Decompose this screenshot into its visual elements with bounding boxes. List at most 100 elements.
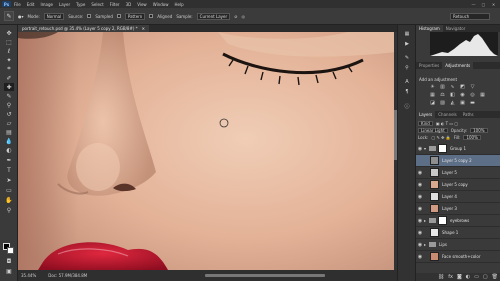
healing-brush-tool-preset-icon[interactable]: ✎: [4, 11, 14, 21]
visibility-eye-icon[interactable]: ◉: [416, 170, 424, 176]
brush-size-picker-icon[interactable]: ●▾: [18, 14, 24, 19]
visibility-eye-icon[interactable]: ◉: [416, 242, 424, 248]
eraser-tool-icon[interactable]: ▱: [4, 119, 14, 127]
menu-type[interactable]: Type: [76, 2, 85, 7]
layer-row-layer-5-copy-2[interactable]: Layer 5 copy 2: [416, 155, 500, 167]
close-button[interactable]: ✕: [491, 2, 496, 7]
tab-paths[interactable]: Paths: [460, 111, 477, 118]
new-layer-icon[interactable]: ▢: [483, 274, 488, 280]
brightness-icon[interactable]: ☀: [430, 85, 435, 90]
info-panel-icon[interactable]: ⓘ: [403, 103, 411, 110]
curves-icon[interactable]: ∿: [450, 85, 455, 90]
visibility-eye-icon[interactable]: ◉: [416, 230, 424, 236]
zoom-tool-icon[interactable]: ⚲: [4, 206, 14, 214]
type-tool-icon[interactable]: T: [4, 166, 14, 174]
new-group-icon[interactable]: ▭: [474, 274, 479, 280]
source-pattern-radio[interactable]: [116, 14, 121, 18]
dodge-tool-icon[interactable]: ◐: [4, 146, 14, 154]
tab-histogram[interactable]: Histogram: [416, 25, 443, 32]
horizontal-scrollbar-thumb[interactable]: [205, 274, 325, 277]
gradient-tool-icon[interactable]: ▤: [4, 128, 14, 136]
visibility-eye-icon[interactable]: ◉: [416, 254, 424, 260]
blend-mode-select[interactable]: Linear Light: [418, 128, 448, 133]
layer-row-layer-3[interactable]: ◉ Layer 3: [416, 203, 500, 215]
color-balance-icon[interactable]: ⚖: [440, 93, 445, 98]
maximize-button[interactable]: ▢: [481, 2, 486, 7]
pattern-select[interactable]: Pattern: [124, 12, 146, 20]
minimize-button[interactable]: —: [471, 2, 476, 7]
exposure-icon[interactable]: ◩: [460, 85, 465, 90]
add-mask-icon[interactable]: ◙: [457, 274, 462, 280]
new-adjustment-icon[interactable]: ◐: [466, 274, 470, 280]
tab-navigator[interactable]: Navigator: [443, 25, 469, 32]
levels-icon[interactable]: ▥: [440, 85, 445, 90]
paragraph-panel-icon[interactable]: ¶: [403, 89, 411, 96]
tab-properties[interactable]: Properties: [416, 62, 442, 69]
menu-window[interactable]: Window: [153, 2, 169, 7]
character-panel-icon[interactable]: A: [403, 79, 411, 86]
actions-panel-icon[interactable]: ▶: [403, 41, 411, 48]
menu-help[interactable]: Help: [174, 2, 183, 7]
crop-tool-icon[interactable]: ⌗: [4, 65, 14, 73]
tab-layers[interactable]: Layers: [416, 111, 436, 118]
zoom-level[interactable]: 35.44%: [21, 273, 36, 278]
expand-arrow-icon[interactable]: ▸: [424, 242, 426, 247]
brush-panel-icon[interactable]: ✎: [403, 55, 411, 62]
sample-select[interactable]: Current Layer: [196, 12, 231, 20]
menu-image[interactable]: Image: [40, 2, 53, 7]
menu-file[interactable]: File: [14, 2, 21, 7]
expand-arrow-icon[interactable]: ▾: [424, 146, 426, 151]
pen-tool-icon[interactable]: ✒: [4, 156, 14, 164]
tab-adjustments[interactable]: Adjustments: [442, 62, 474, 69]
menu-filter[interactable]: Filter: [110, 2, 120, 7]
vibrance-icon[interactable]: ▽: [470, 85, 475, 90]
aligned-checkbox[interactable]: [149, 14, 154, 18]
healing-brush-tool-icon[interactable]: ✚: [4, 83, 14, 91]
layer-row-lips[interactable]: ◉ ▸ Lips: [416, 239, 500, 251]
workspace-select[interactable]: Retouch: [450, 12, 490, 20]
clone-stamp-tool-icon[interactable]: ⚲: [4, 101, 14, 109]
clone-source-panel-icon[interactable]: ⚲: [403, 65, 411, 72]
layer-row-group-1[interactable]: ◉ ▾ Group 1: [416, 143, 500, 155]
shape-tool-icon[interactable]: ▭: [4, 186, 14, 194]
visibility-eye-icon[interactable]: ◉: [416, 146, 424, 152]
history-panel-icon[interactable]: ▦: [403, 31, 411, 38]
opacity-input[interactable]: 100%: [470, 128, 488, 133]
link-layers-icon[interactable]: ⛓: [438, 274, 444, 280]
document-canvas[interactable]: [18, 32, 397, 270]
black-white-icon[interactable]: ◧: [450, 93, 455, 98]
history-brush-tool-icon[interactable]: ↺: [4, 110, 14, 118]
marquee-tool-icon[interactable]: ⬚: [4, 38, 14, 46]
layer-row-layer-5[interactable]: ◉ Layer 5: [416, 167, 500, 179]
ignore-adjustment-icon[interactable]: ⊘: [234, 14, 237, 19]
document-tab[interactable]: portrait_retouch.psd @ 35.4% (Layer 5 co…: [18, 25, 150, 32]
hand-tool-icon[interactable]: ✋: [4, 196, 14, 204]
path-select-tool-icon[interactable]: ➤: [4, 176, 14, 184]
quick-mask-icon[interactable]: ◘: [4, 257, 14, 265]
menu-view[interactable]: View: [137, 2, 147, 7]
move-tool-icon[interactable]: ✥: [4, 29, 14, 37]
screen-mode-icon[interactable]: ▣: [4, 267, 14, 275]
channel-mixer-icon[interactable]: ◎: [470, 93, 475, 98]
delete-layer-icon[interactable]: 🗑: [492, 274, 498, 280]
quick-select-tool-icon[interactable]: ✦: [4, 56, 14, 64]
background-color-swatch[interactable]: [7, 247, 14, 254]
fill-input[interactable]: 100%: [463, 135, 481, 140]
posterize-icon[interactable]: ▨: [440, 101, 445, 106]
lock-icons[interactable]: ▢ ✎ ✥ 🔒: [431, 135, 450, 140]
color-lookup-icon[interactable]: ▦: [480, 93, 485, 98]
mode-select[interactable]: Normal: [43, 12, 65, 20]
menu-select[interactable]: Select: [91, 2, 103, 7]
menu-layer[interactable]: Layer: [59, 2, 70, 7]
layer-row-face-smooth-color[interactable]: ◉ Face smooth+color: [416, 251, 500, 263]
eyedropper-tool-icon[interactable]: ✐: [4, 74, 14, 82]
blur-tool-icon[interactable]: 💧: [4, 137, 14, 145]
visibility-eye-icon[interactable]: ◉: [416, 194, 424, 200]
source-sampled-radio[interactable]: [87, 14, 92, 18]
brush-tool-icon[interactable]: ✎: [4, 92, 14, 100]
menu-3d[interactable]: 3D: [126, 2, 132, 7]
lasso-tool-icon[interactable]: ℓ: [4, 47, 14, 55]
filter-icons[interactable]: ▣ ◐ T ▭ ▢: [436, 121, 458, 126]
invert-icon[interactable]: ◪: [430, 101, 435, 106]
layer-row-layer-5-copy[interactable]: ◉ Layer 5 copy: [416, 179, 500, 191]
